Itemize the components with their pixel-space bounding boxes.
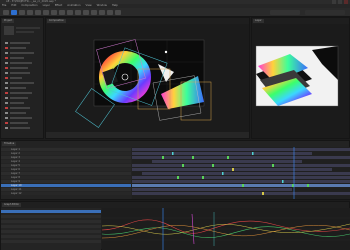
project-thumbnail	[4, 26, 14, 35]
eraser-icon[interactable]	[99, 10, 105, 15]
tab-graph-editor[interactable]: Graph Editor	[2, 203, 22, 207]
layer-list: Layer 1 Layer 2 Layer 3 Layer 4 Layer 5 …	[1, 147, 131, 199]
layer-name-selected[interactable]: Layer 10	[11, 184, 21, 187]
pan-behind-icon[interactable]	[51, 10, 57, 15]
graph-editor-panel: Graph Editor	[0, 201, 350, 250]
layer-name[interactable]: Layer 11	[11, 188, 21, 191]
type-tool-icon[interactable]	[75, 10, 81, 15]
tab-layer[interactable]: Layer	[253, 19, 264, 23]
clone-stamp-icon[interactable]	[91, 10, 97, 15]
rotate-tool-icon[interactable]	[35, 10, 41, 15]
timeline-tracks[interactable]	[132, 147, 350, 199]
graph-curves[interactable]	[102, 208, 350, 250]
layer-name[interactable]: Layer 9	[11, 180, 20, 183]
graph-layer-list	[1, 208, 101, 250]
layer-name[interactable]: Layer 4	[11, 160, 20, 163]
composition-viewer[interactable]: Composition	[45, 17, 250, 139]
home-icon[interactable]	[3, 10, 9, 15]
layer-name[interactable]: Layer 3	[11, 156, 20, 159]
timeline-panel: Timeline Layer 1 Layer 2 Layer 3 Layer 4…	[0, 140, 350, 200]
brush-tool-icon[interactable]	[83, 10, 89, 15]
layer-viewer[interactable]: Layer	[251, 17, 350, 139]
project-panel: Project	[0, 17, 44, 139]
viewer-footer-controls[interactable]	[46, 132, 249, 138]
effect-controls-list	[5, 42, 34, 129]
project-info-line	[16, 31, 34, 33]
composition-canvas[interactable]	[46, 24, 249, 138]
layer-name[interactable]: Layer 2	[11, 152, 20, 155]
selection-tool-icon[interactable]	[11, 10, 17, 15]
layer-name[interactable]: Layer 12	[11, 192, 21, 195]
rectangle-tool-icon[interactable]	[59, 10, 65, 15]
pen-tool-icon[interactable]	[67, 10, 73, 15]
tab-timeline[interactable]: Timeline	[2, 142, 17, 146]
roto-brush-icon[interactable]	[107, 10, 113, 15]
puppet-pin-icon[interactable]	[115, 10, 121, 15]
search-input[interactable]	[305, 10, 345, 15]
layer-name[interactable]: Layer 7	[11, 172, 20, 175]
layer-name[interactable]: Layer 5	[11, 164, 20, 167]
camera-tool-icon[interactable]	[43, 10, 49, 15]
workspace-switcher[interactable]	[270, 10, 300, 15]
layer-name[interactable]: Layer 6	[11, 168, 20, 171]
project-info	[16, 27, 40, 29]
tab-project[interactable]: Project	[2, 19, 15, 23]
hand-tool-icon[interactable]	[19, 10, 25, 15]
layer-canvas[interactable]	[252, 24, 349, 138]
zoom-tool-icon[interactable]	[27, 10, 33, 15]
layer-name[interactable]: Layer 1	[11, 148, 20, 151]
tab-composition[interactable]: Composition	[47, 19, 66, 23]
layer-name[interactable]: Layer 8	[11, 176, 20, 179]
